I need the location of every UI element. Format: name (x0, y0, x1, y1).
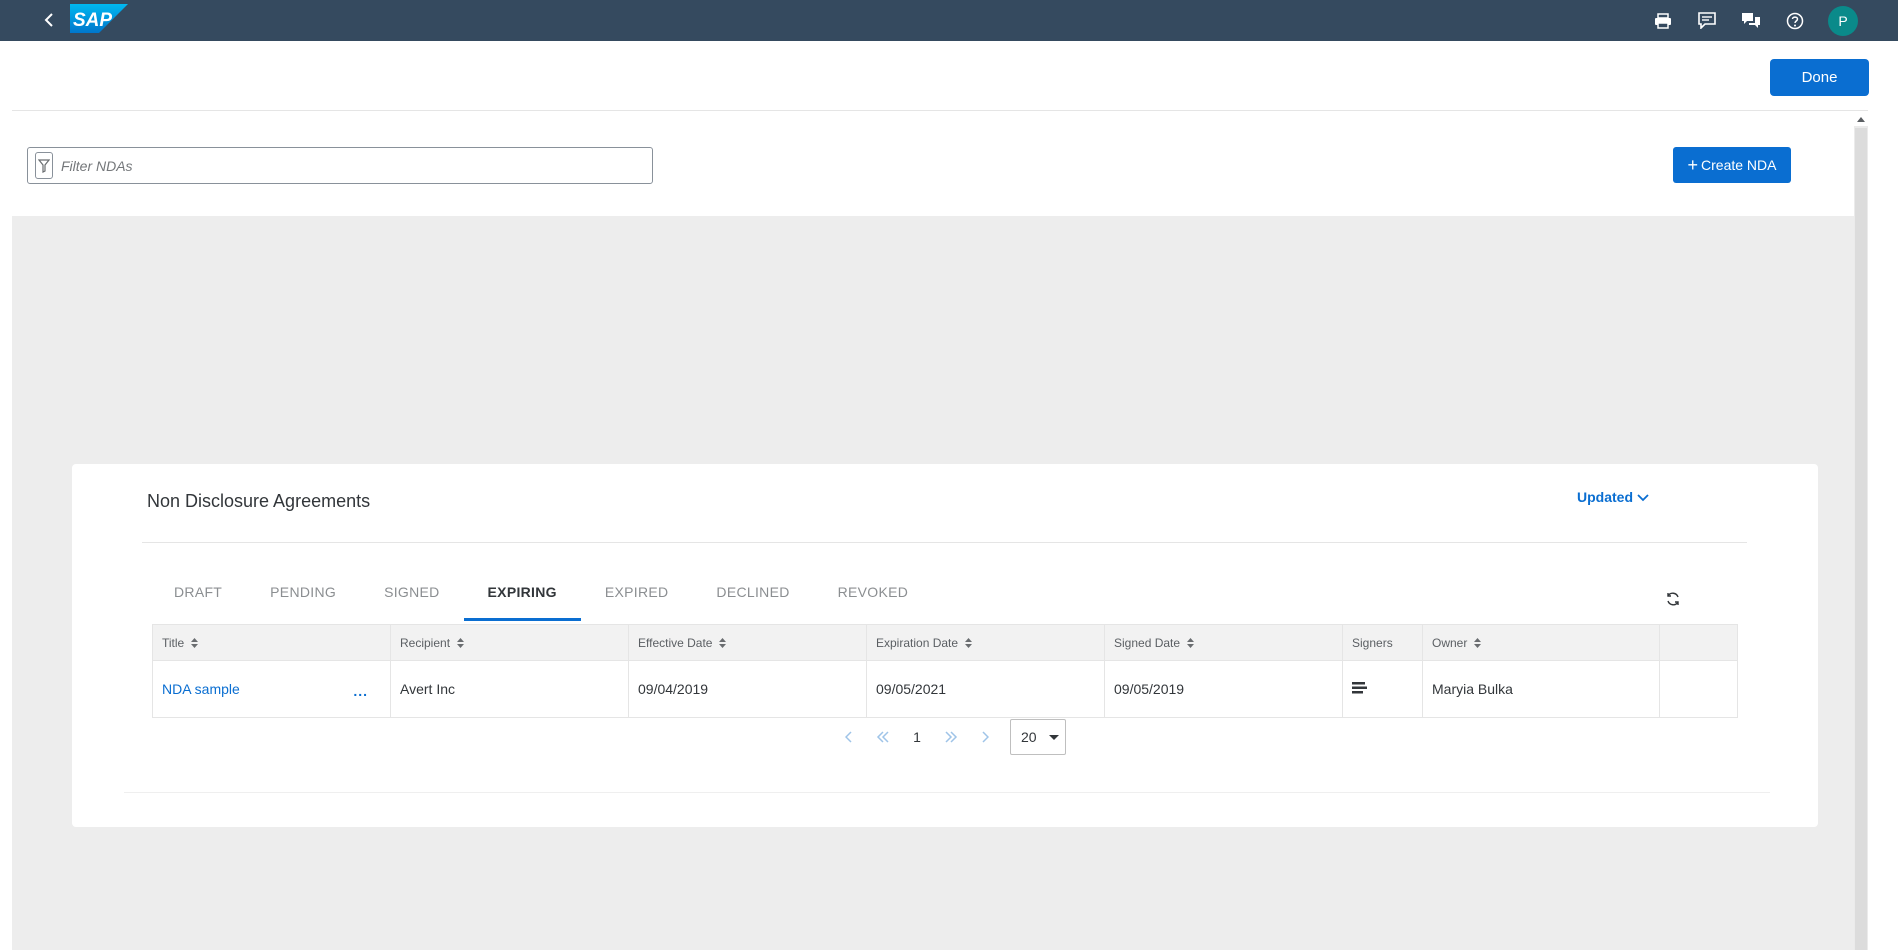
column-header-signers: Signers (1343, 625, 1423, 660)
signers-list-icon[interactable] (1352, 681, 1368, 697)
print-icon[interactable] (1650, 8, 1676, 34)
first-page-icon[interactable] (866, 722, 900, 752)
status-tabs: DRAFT PENDING SIGNED EXPIRING EXPIRED DE… (150, 576, 932, 621)
caret-down-icon (1049, 735, 1059, 740)
current-page-number[interactable]: 1 (900, 729, 934, 745)
column-header-title[interactable]: Title (153, 625, 391, 660)
content-area: Non Disclosure Agreements Updated DRAFT … (12, 216, 1854, 950)
header-divider (12, 110, 1868, 111)
column-header-effective-date[interactable]: Effective Date (629, 625, 867, 660)
chevron-down-icon (1637, 489, 1649, 505)
sort-icon (1187, 637, 1195, 648)
previous-page-icon[interactable] (832, 722, 866, 752)
nda-table: Title Recipient Effective Date Expiratio… (152, 624, 1738, 718)
plus-icon: + (1687, 155, 1699, 175)
column-header-signed-date[interactable]: Signed Date (1105, 625, 1343, 660)
pagination: 1 20 (832, 719, 1066, 755)
card-divider (142, 542, 1747, 543)
sort-icon (191, 637, 199, 648)
cell-effective-date: 09/04/2019 (629, 661, 867, 717)
sort-icon (965, 637, 973, 648)
cell-recipient: Avert Inc (391, 661, 629, 717)
column-header-label: Title (162, 635, 185, 650)
column-header-expiration-date[interactable]: Expiration Date (867, 625, 1105, 660)
sort-label: Updated (1577, 489, 1633, 505)
create-nda-button[interactable]: + Create NDA (1673, 147, 1791, 183)
refresh-icon[interactable] (1662, 588, 1684, 610)
page-size-value: 20 (1021, 729, 1037, 745)
chat-icon[interactable] (1738, 8, 1764, 34)
filter-field[interactable] (27, 147, 653, 184)
sort-dropdown[interactable]: Updated (1577, 489, 1649, 505)
sort-icon (1474, 637, 1482, 648)
sort-icon (457, 637, 465, 648)
user-avatar[interactable]: P (1828, 5, 1858, 36)
shell-bar: SAP P (0, 0, 1898, 41)
column-header-recipient[interactable]: Recipient (391, 625, 629, 660)
cell-signers (1343, 661, 1423, 717)
table-row: NDA sample ... Avert Inc 09/04/2019 09/0… (153, 661, 1737, 717)
cell-signed-date: 09/05/2019 (1105, 661, 1343, 717)
column-header-label: Owner (1432, 635, 1468, 650)
column-header-label: Signers (1352, 635, 1393, 650)
column-header-label: Effective Date (638, 635, 713, 650)
tab-expired[interactable]: EXPIRED (581, 576, 693, 621)
done-button[interactable]: Done (1770, 59, 1869, 96)
back-icon[interactable] (38, 8, 62, 32)
tab-declined[interactable]: DECLINED (692, 576, 813, 621)
card-title: Non Disclosure Agreements (147, 491, 371, 511)
column-header-empty (1660, 625, 1737, 660)
last-page-icon[interactable] (934, 722, 968, 752)
feedback-icon[interactable] (1694, 8, 1720, 34)
page-size-select[interactable]: 20 (1010, 719, 1066, 755)
nda-card: Non Disclosure Agreements Updated DRAFT … (72, 464, 1818, 827)
create-nda-label: Create NDA (1701, 157, 1777, 173)
sort-icon (719, 637, 727, 648)
scroll-up-icon[interactable] (1854, 112, 1868, 126)
help-icon[interactable] (1782, 8, 1808, 34)
column-header-owner[interactable]: Owner (1423, 625, 1660, 660)
cell-owner: Maryia Bulka (1423, 661, 1660, 717)
tab-revoked[interactable]: REVOKED (814, 576, 933, 621)
tab-draft[interactable]: DRAFT (150, 576, 246, 621)
shell-actions: P (1632, 0, 1858, 41)
card-footer-divider (124, 792, 1770, 793)
column-header-label: Recipient (400, 635, 451, 650)
sap-logo[interactable]: SAP (70, 4, 128, 33)
tab-signed[interactable]: SIGNED (360, 576, 463, 621)
avatar-initial: P (1838, 12, 1848, 29)
cell-expiration-date: 09/05/2021 (867, 661, 1105, 717)
column-header-label: Expiration Date (876, 635, 959, 650)
nda-title-link[interactable]: NDA sample (162, 681, 240, 697)
scrollbar-thumb[interactable] (1855, 128, 1867, 950)
more-actions-icon[interactable]: ... (353, 683, 368, 699)
cell-empty (1660, 661, 1737, 717)
svg-text:SAP: SAP (73, 10, 112, 31)
tab-pending[interactable]: PENDING (246, 576, 360, 621)
tab-expiring[interactable]: EXPIRING (463, 576, 581, 621)
filter-icon (35, 152, 53, 179)
filter-input[interactable] (61, 157, 641, 174)
next-page-icon[interactable] (968, 722, 1002, 752)
table-header: Title Recipient Effective Date Expiratio… (153, 625, 1737, 661)
column-header-label: Signed Date (1114, 635, 1181, 650)
cell-title: NDA sample ... (153, 661, 391, 717)
